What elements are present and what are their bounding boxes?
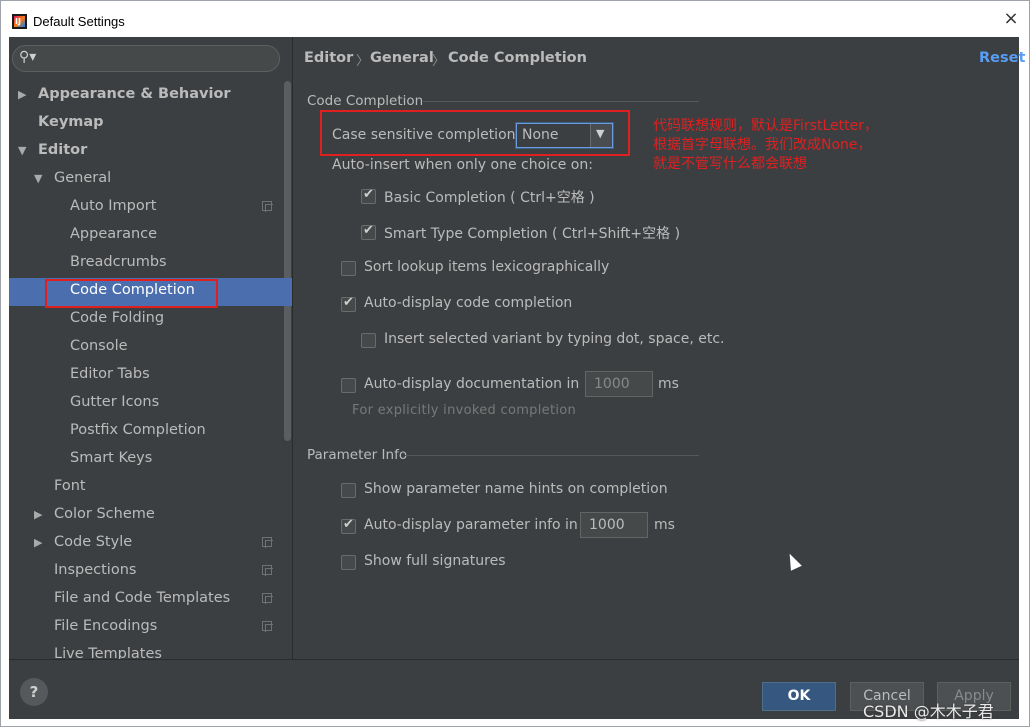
param-hints-checkbox[interactable] xyxy=(341,483,356,498)
tree-item-appearance-behavior[interactable]: Appearance & Behavior xyxy=(38,80,231,108)
copy-icon xyxy=(262,621,273,632)
intellij-logo-icon xyxy=(12,14,27,29)
tree-item-code-style[interactable]: Code Style xyxy=(54,528,132,556)
chevron-down-icon[interactable]: ▼ xyxy=(34,172,42,185)
reset-link[interactable]: Reset xyxy=(979,50,1025,66)
breadcrumb-separator: 〉 xyxy=(356,54,370,69)
auto-param-delay-input[interactable]: 1000 xyxy=(580,512,648,538)
tree-item-file-code-templates[interactable]: File and Code Templates xyxy=(54,584,230,612)
highlight-box xyxy=(320,110,630,156)
param-hints-label: Show parameter name hints on completion xyxy=(364,481,668,497)
breadcrumb-separator: 〉 xyxy=(432,54,446,69)
smart-type-checkbox[interactable] xyxy=(361,223,376,240)
breadcrumb-editor[interactable]: Editor xyxy=(304,50,353,66)
full-signatures-label: Show full signatures xyxy=(364,553,506,569)
search-input[interactable]: ⚲▾ xyxy=(12,45,280,72)
tree-item-smart-keys[interactable]: Smart Keys xyxy=(70,444,152,472)
breadcrumb-code-completion: Code Completion xyxy=(448,50,587,66)
auto-doc-delay-input[interactable]: 1000 xyxy=(585,371,653,397)
section-title-parameter-info: Parameter Info xyxy=(307,447,408,463)
ok-button[interactable]: OK xyxy=(762,682,836,711)
basic-completion-checkbox[interactable] xyxy=(361,187,376,204)
copy-icon xyxy=(262,565,273,576)
auto-param-checkbox[interactable] xyxy=(341,517,356,534)
tree-item-editor[interactable]: Editor xyxy=(38,136,87,164)
auto-doc-delay-value: 1000 xyxy=(594,376,630,392)
full-signatures-checkbox[interactable] xyxy=(341,555,356,570)
auto-doc-hint: For explicitly invoked completion xyxy=(352,403,577,418)
tree-item-postfix-completion[interactable]: Postfix Completion xyxy=(70,416,206,444)
auto-doc-checkbox[interactable] xyxy=(341,378,356,393)
tree-item-keymap[interactable]: Keymap xyxy=(38,108,104,136)
tree-item-appearance[interactable]: Appearance xyxy=(70,220,157,248)
section-divider xyxy=(423,101,699,102)
smart-type-label: Smart Type Completion ( Ctrl+Shift+空格 ) xyxy=(384,226,681,242)
tree-item-auto-import[interactable]: Auto Import xyxy=(70,192,156,220)
insert-variant-label: Insert selected variant by typing dot, s… xyxy=(384,331,725,347)
tree-item-breadcrumbs[interactable]: Breadcrumbs xyxy=(70,248,167,276)
watermark: CSDN @木木子君 xyxy=(863,702,994,721)
tree-item-code-folding[interactable]: Code Folding xyxy=(70,304,164,332)
annotation-note: 代码联想规则，默认是FirstLetter，根据首字母联想。我们改成None，就… xyxy=(653,118,878,172)
tree-item-color-scheme[interactable]: Color Scheme xyxy=(54,500,155,528)
search-icon: ⚲▾ xyxy=(19,49,37,65)
tree-item-font[interactable]: Font xyxy=(54,472,86,500)
chevron-right-icon[interactable]: ▶ xyxy=(34,508,42,521)
highlight-box xyxy=(45,279,218,308)
tree-item-editor-tabs[interactable]: Editor Tabs xyxy=(70,360,150,388)
auto-display-checkbox[interactable] xyxy=(341,295,356,312)
basic-completion-label: Basic Completion ( Ctrl+空格 ) xyxy=(384,190,595,206)
tree-item-gutter-icons[interactable]: Gutter Icons xyxy=(70,388,159,416)
sort-lex-label: Sort lookup items lexicographically xyxy=(364,259,610,275)
auto-insert-label: Auto-insert when only one choice on: xyxy=(332,157,593,173)
chevron-right-icon[interactable]: ▶ xyxy=(18,88,26,101)
tree-item-file-encodings[interactable]: File Encodings xyxy=(54,612,157,640)
breadcrumb-general[interactable]: General xyxy=(370,50,434,66)
auto-doc-label: Auto-display documentation in xyxy=(364,376,580,392)
copy-icon xyxy=(262,593,273,604)
chevron-down-icon[interactable]: ▼ xyxy=(18,144,26,157)
sort-lex-checkbox[interactable] xyxy=(341,261,356,276)
settings-window: Default Settings × ⚲▾ ▶ Appearance & Beh… xyxy=(0,0,1030,727)
title-bar: Default Settings × xyxy=(2,2,1028,36)
section-title-code-completion: Code Completion xyxy=(307,93,424,109)
close-icon[interactable]: × xyxy=(1002,10,1020,28)
help-button[interactable]: ? xyxy=(20,678,48,706)
auto-param-delay-value: 1000 xyxy=(589,517,625,533)
chevron-right-icon[interactable]: ▶ xyxy=(34,536,42,549)
tree-scrollbar[interactable] xyxy=(284,81,291,441)
copy-icon xyxy=(262,537,273,548)
auto-doc-unit: ms xyxy=(658,376,679,392)
tree-item-live-templates[interactable]: Live Templates xyxy=(54,640,162,659)
auto-param-label: Auto-display parameter info in xyxy=(364,517,578,533)
settings-tree: ⚲▾ ▶ Appearance & Behavior Keymap ▼ Edit… xyxy=(9,37,293,659)
insert-variant-checkbox[interactable] xyxy=(361,333,376,348)
tree-item-general[interactable]: General xyxy=(54,164,111,192)
auto-param-unit: ms xyxy=(654,517,675,533)
window-title: Default Settings xyxy=(33,14,125,29)
copy-icon xyxy=(262,201,273,212)
tree-item-console[interactable]: Console xyxy=(70,332,128,360)
auto-display-label: Auto-display code completion xyxy=(364,295,573,311)
tree-item-inspections[interactable]: Inspections xyxy=(54,556,136,584)
section-divider xyxy=(405,455,699,456)
